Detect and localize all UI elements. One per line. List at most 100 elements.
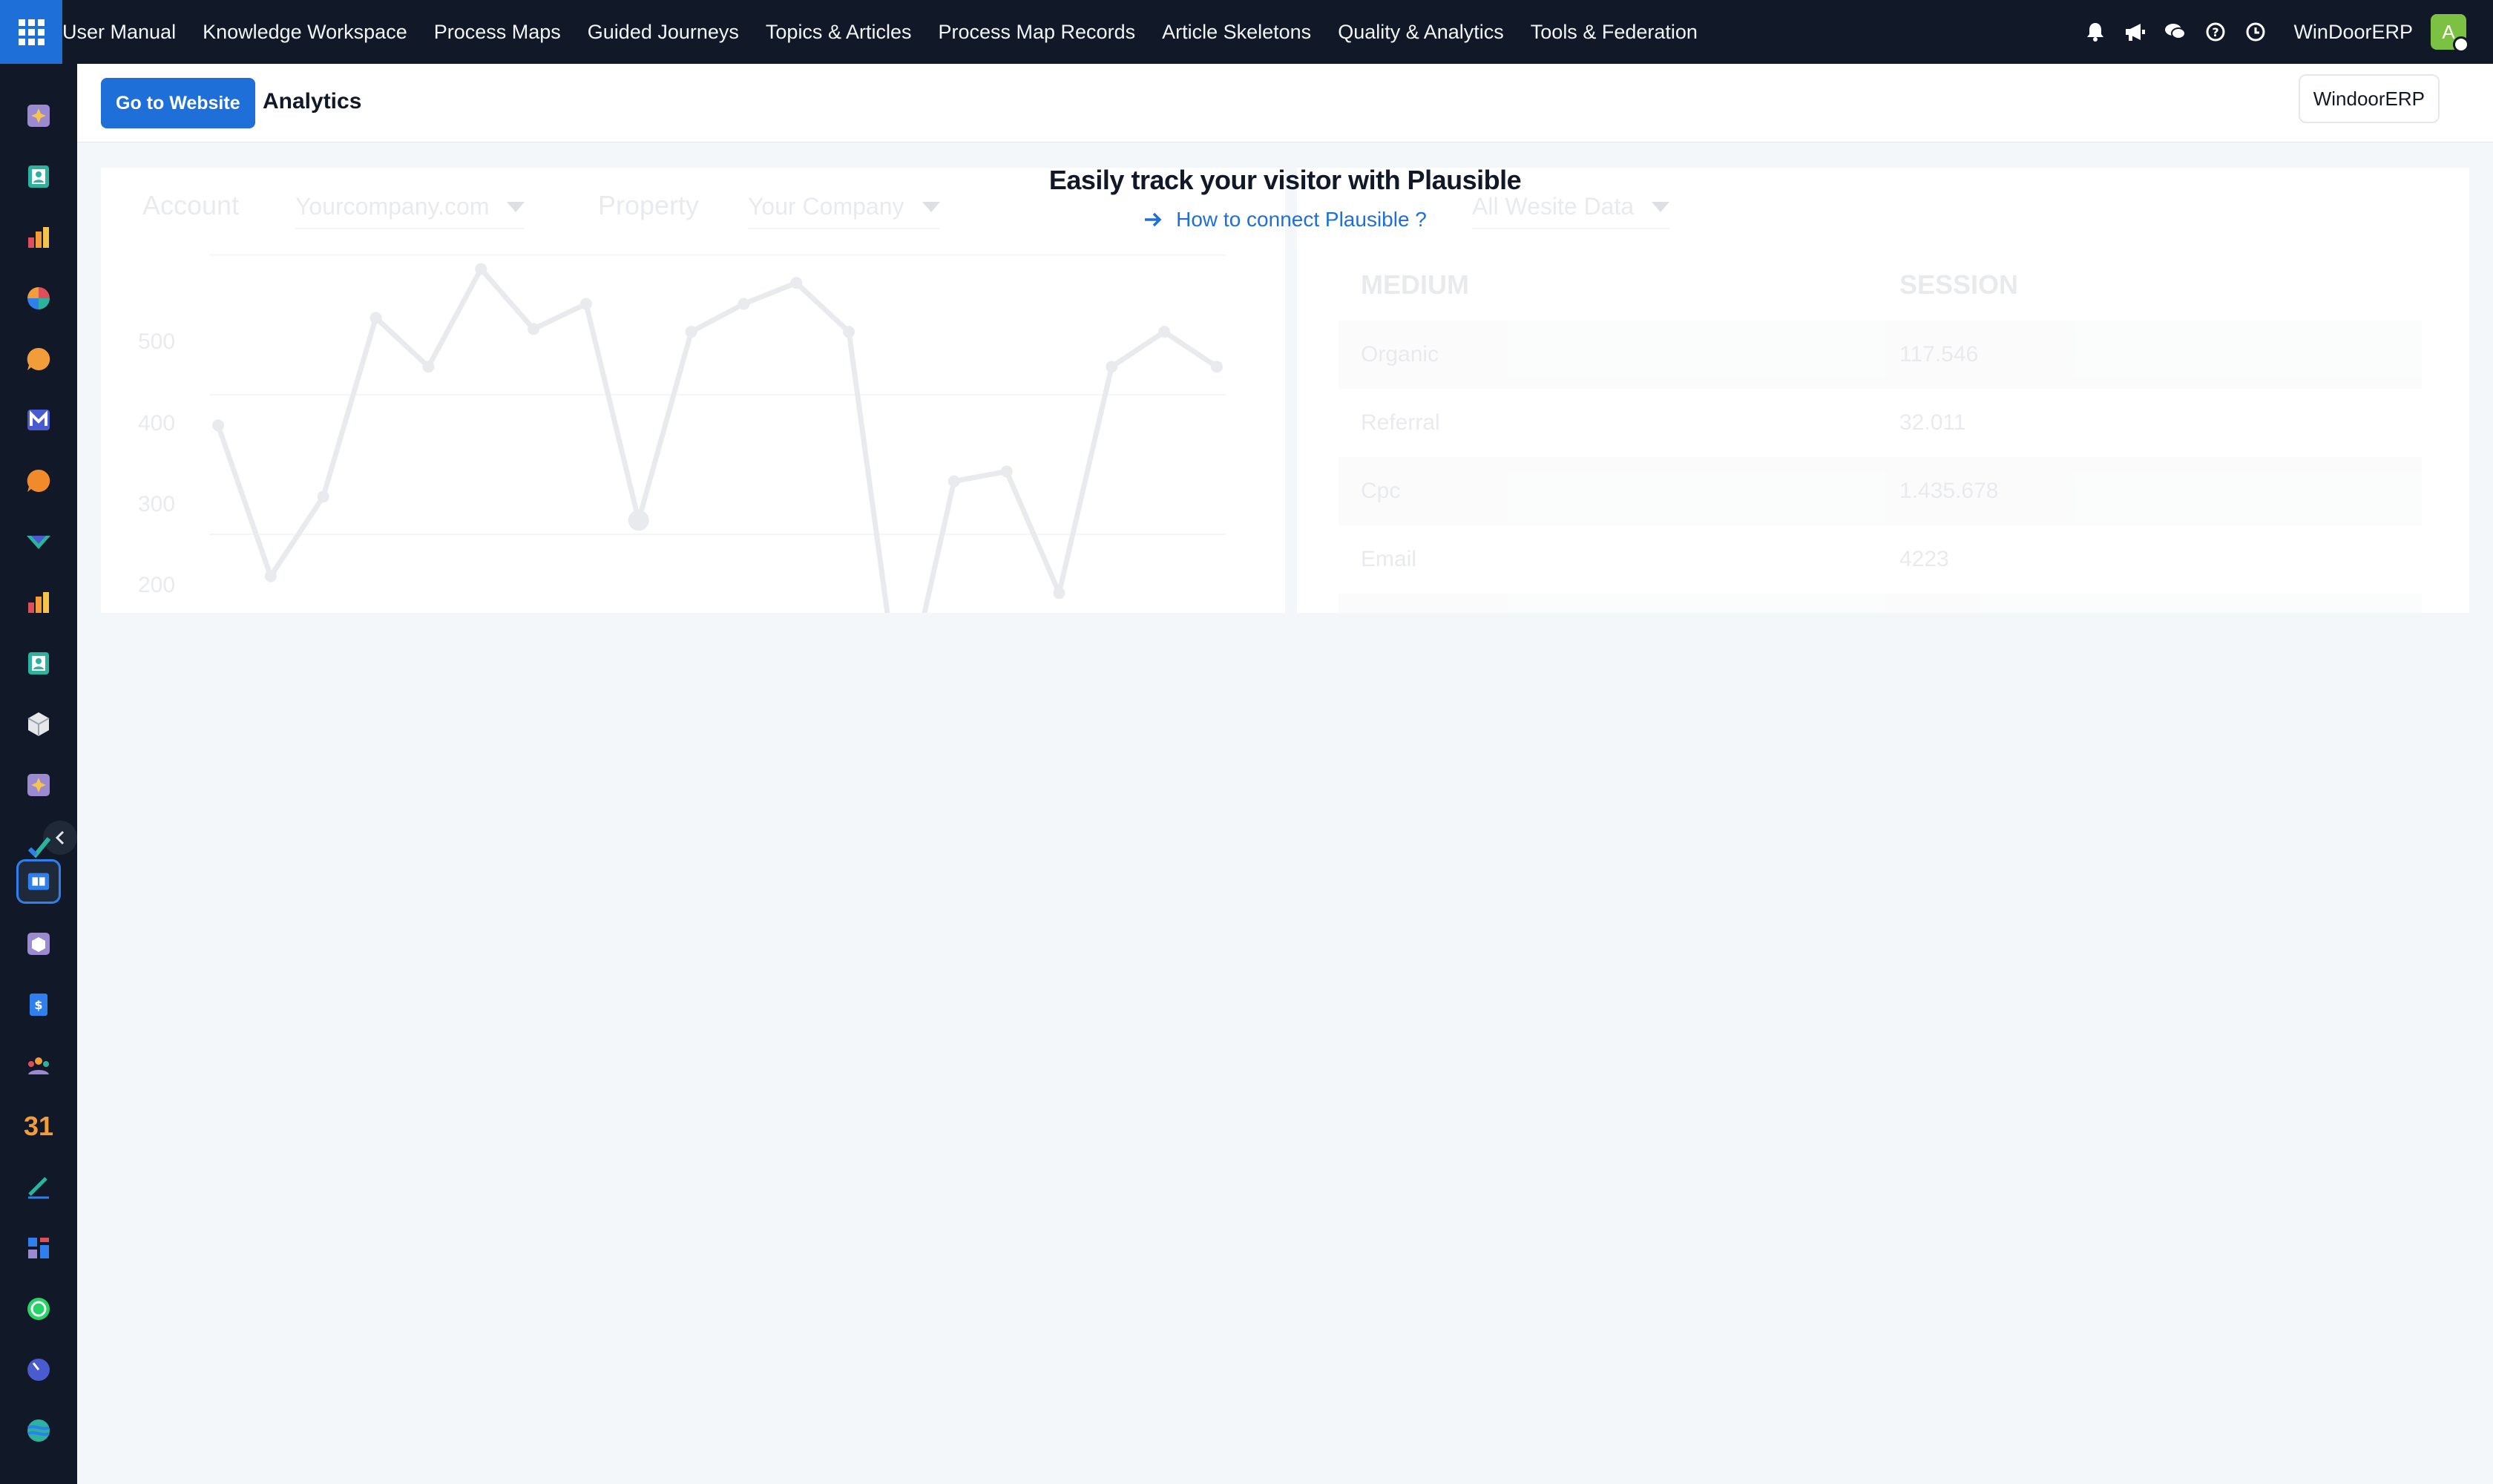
svg-text:?: ? [2213,25,2219,39]
menu-guided-journeys[interactable]: Guided Journeys [574,21,752,44]
check-app-icon [27,536,50,549]
discuss-app-icon [27,347,50,370]
company-button[interactable]: WindoorERP [2298,74,2440,123]
go-to-website-button[interactable]: Go to Website [101,78,255,128]
data-point-12 [843,326,855,338]
sidebar-app-15[interactable] [16,922,61,966]
bell-icon[interactable] [2084,21,2106,43]
main-menu: User Manual Knowledge Workspace Process … [62,0,1711,64]
systray: ? WinDoorERP A [2084,0,2469,64]
sidebar-app-4[interactable] [16,276,61,321]
header-medium: MEDIUM [1361,269,1469,300]
data-point-15 [1000,465,1013,478]
menu-process-maps[interactable]: Process Maps [421,21,574,44]
user-avatar[interactable]: A [2431,14,2469,53]
cell-medium: Organic [1361,342,1439,367]
data-point-19 [1211,361,1223,373]
data-point-18 [1158,326,1171,338]
header-session: SESSION [1899,269,2019,300]
cell-medium: Cpc [1361,479,1401,503]
sidebar-app-23[interactable] [16,1408,61,1453]
livechat-app-icon [27,469,50,492]
menu-topics-articles[interactable]: Topics & Articles [752,21,925,44]
sidebar-app-17[interactable] [16,1043,61,1088]
sidebar-app-7[interactable] [16,459,61,503]
control-panel: Go to Website Analytics WindoorERP [77,64,2493,142]
connect-plausible-label: How to connect Plausible ? [1176,208,1427,231]
sidebar-app-10[interactable] [16,641,61,686]
sidebar-app-8[interactable] [16,519,61,564]
top-navbar: User Manual Knowledge Workspace Process … [0,0,2493,64]
data-point-3 [369,312,382,324]
invoice-app-icon: $ [30,994,47,1016]
sample-line-chart [209,254,1226,613]
whatsapp-app-icon [27,1298,50,1320]
contacts-app-icon [28,165,49,188]
inventory-app-icon [28,592,49,613]
sidebar-app-9[interactable] [16,580,61,625]
modules-app-icon [28,1238,49,1258]
sidebar-app-knowledge[interactable] [16,859,61,904]
sidebar-app-3[interactable] [16,215,61,260]
megaphone-icon[interactable] [2124,21,2147,43]
reports-app-icon [28,227,49,248]
cell-session: 4223 [1899,547,1949,571]
sidebar-app-12[interactable] [16,763,61,807]
employees-app-icon [28,652,49,674]
sample-chart-panel: Account Yourcompany.com Property Your Co… [101,168,1285,613]
clock-icon[interactable] [2244,21,2267,43]
data-point-10 [738,298,750,310]
data-point-16 [1053,587,1065,600]
data-point-8 [628,510,649,531]
menu-knowledge-workspace[interactable]: Knowledge Workspace [189,21,421,44]
grid-icon [18,19,45,45]
table-row: Referral 32.011 [1339,389,2422,457]
menu-user-manual[interactable]: User Manual [62,21,189,44]
sidebar-app-21[interactable] [16,1287,61,1331]
data-point-14 [947,475,960,487]
menu-quality-analytics[interactable]: Quality & Analytics [1324,21,1517,44]
connect-plausible-link[interactable]: How to connect Plausible ? [77,208,2493,232]
apps-menu-button[interactable] [0,0,62,64]
timer-app-icon [27,1359,50,1381]
cell-session: 117.546 [1899,342,1979,367]
table-header: MEDIUM SESSION [1339,249,2422,321]
knowledge-app-icon [27,873,50,890]
sidebar-app-16[interactable]: $ [16,982,61,1027]
sidebar-app-1[interactable] [16,93,61,138]
series-line [215,266,1218,613]
help-icon[interactable]: ? [2204,21,2227,43]
approval-app-icon [27,837,51,858]
data-point-5 [475,263,487,275]
faded-sample: Account Yourcompany.com Property Your Co… [101,168,1285,613]
sidebar-app-11[interactable] [16,702,61,746]
calendar-app-icon: 31 [23,1111,54,1141]
sidebar-app-18[interactable]: 31 [16,1104,61,1149]
table-row [1339,594,2422,613]
company-switcher[interactable]: WinDoorERP [2293,21,2413,44]
sidebar-app-19[interactable] [16,1165,61,1209]
menu-tools-federation[interactable]: Tools & Federation [1517,21,1711,44]
chat-icon[interactable] [2164,21,2187,43]
sample-table-panel: All Wesite Data MEDIUM SESSION Organic 1… [1297,168,2469,613]
sidebar-app-20[interactable] [16,1226,61,1270]
sidebar-app-5[interactable] [16,337,61,381]
cell-medium: Referral [1361,410,1440,435]
sidebar-app-6[interactable] [16,398,61,442]
data-point-4 [422,361,435,373]
menu-article-skeletons[interactable]: Article Skeletons [1149,21,1324,44]
sidebar-app-22[interactable] [16,1347,61,1392]
svg-text:$: $ [34,998,42,1012]
page-title: Analytics [263,89,362,114]
table-row: Cpc 1.435.678 [1339,457,2422,525]
data-point-9 [685,326,697,338]
sidebar-app-2[interactable] [16,154,61,199]
arrow-right-icon [1145,212,1162,227]
data-point-0 [212,419,224,432]
email-marketing-app-icon [27,410,50,430]
menu-process-map-records[interactable]: Process Map Records [924,21,1149,44]
app-sidebar: $ 31 [0,64,77,1484]
table-row: Organic 117.546 [1339,321,2422,389]
package-app-icon [27,712,50,736]
sparkle-app-icon [27,105,50,127]
